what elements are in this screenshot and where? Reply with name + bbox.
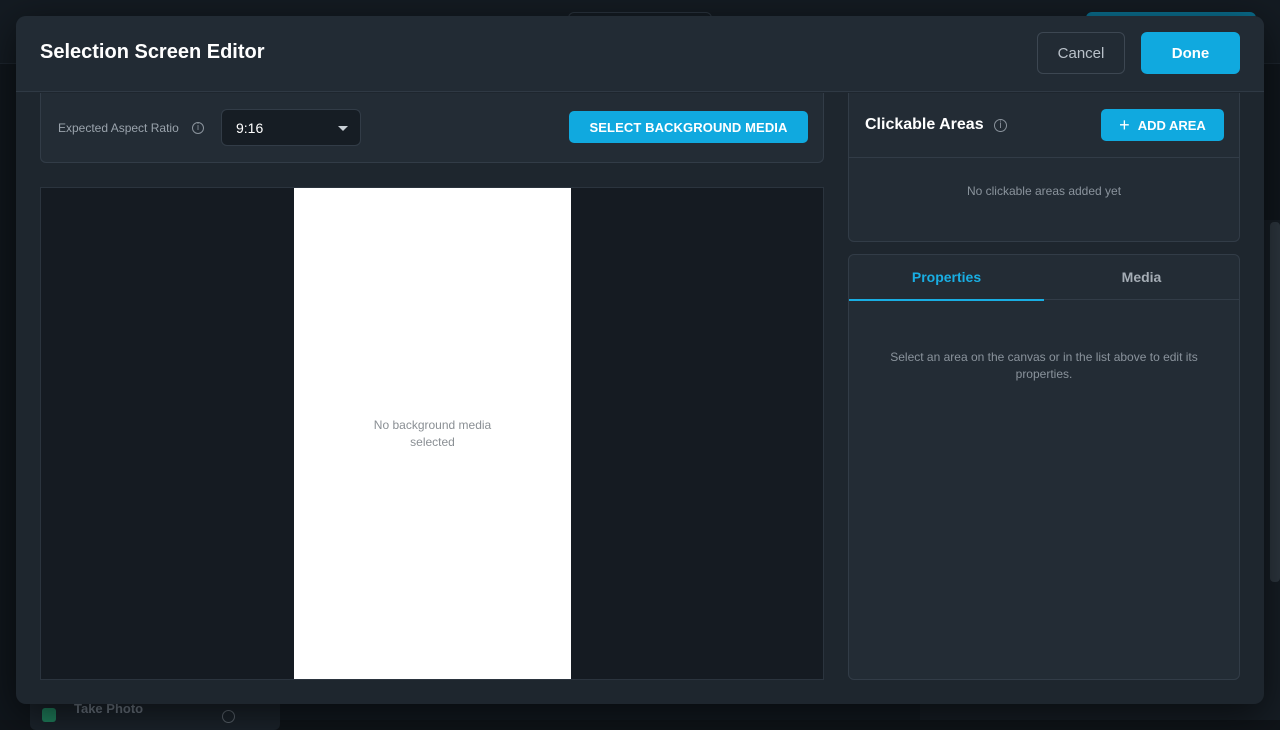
aspect-ratio-select[interactable]: 9:16 (221, 109, 361, 146)
canvas-empty-line2: selected (294, 434, 571, 451)
clickable-areas-panel: Clickable Areas i + ADD AREA No clickabl… (848, 93, 1240, 242)
info-icon[interactable]: i (994, 119, 1007, 132)
cancel-button[interactable]: Cancel (1037, 32, 1125, 74)
info-icon[interactable]: i (192, 122, 204, 134)
clickable-areas-title: Clickable Areas (865, 116, 984, 134)
properties-panel: Properties Media Select an area on the c… (848, 254, 1240, 680)
chevron-down-icon (338, 126, 348, 131)
modal-header: Selection Screen Editor Cancel Done (16, 16, 1264, 92)
select-background-media-button[interactable]: SELECT BACKGROUND MEDIA (569, 111, 808, 143)
clickable-areas-empty-message: No clickable areas added yet (849, 184, 1239, 198)
divider (849, 157, 1239, 158)
properties-empty-message: Select an area on the canvas or in the l… (869, 349, 1219, 383)
canvas-frame[interactable]: No background media selected (294, 188, 571, 679)
background-scrollbar (1270, 222, 1280, 582)
done-button[interactable]: Done (1141, 32, 1240, 74)
properties-tabs: Properties Media (849, 255, 1239, 300)
canvas-empty-message: No background media selected (294, 417, 571, 451)
modal-title: Selection Screen Editor (40, 41, 265, 64)
aspect-ratio-value: 9:16 (236, 120, 263, 136)
editor-toolbar: Expected Aspect Ratio i 9:16 SELECT BACK… (40, 93, 824, 163)
tab-properties[interactable]: Properties (849, 255, 1044, 300)
info-icon (222, 710, 235, 723)
add-area-button[interactable]: + ADD AREA (1101, 109, 1224, 141)
plus-icon: + (1119, 116, 1130, 134)
add-area-label: ADD AREA (1138, 118, 1206, 133)
selection-screen-editor-modal: Selection Screen Editor Cancel Done Expe… (16, 16, 1264, 704)
editor-canvas[interactable]: No background media selected (40, 187, 824, 680)
canvas-empty-line1: No background media (294, 417, 571, 434)
tab-media[interactable]: Media (1044, 255, 1239, 300)
aspect-ratio-label: Expected Aspect Ratio (58, 121, 179, 135)
